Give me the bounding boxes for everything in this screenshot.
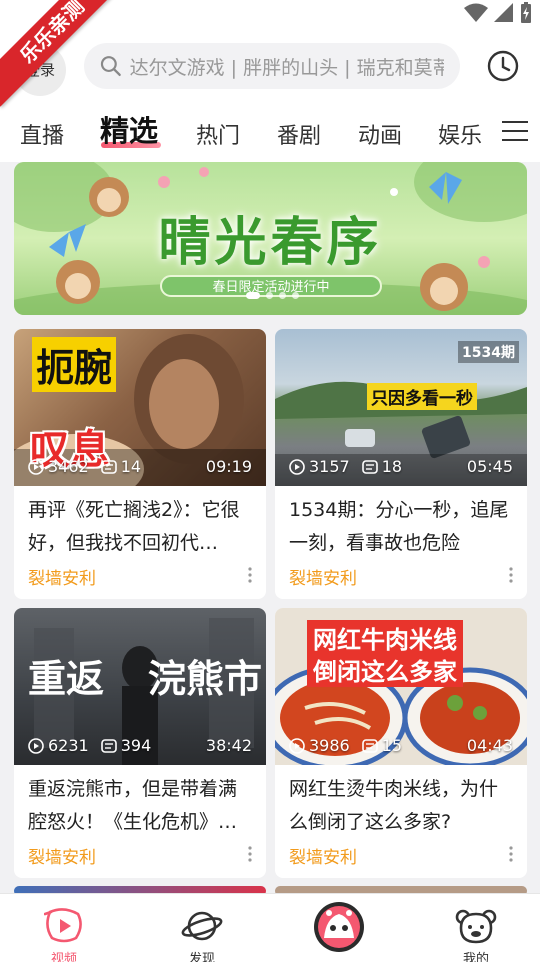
video-duration: 05:45 [466,457,513,476]
video-duration: 09:19 [205,457,252,476]
center-mascot-icon [314,902,364,952]
video-title[interactable]: 1534期：分心一秒，追尾一刻，看事故也危险 [289,494,513,560]
play-count-value: 3462 [48,457,89,476]
thumbnail-caption-top: 扼腕 [32,337,117,392]
pagination-dot [246,292,260,299]
video-title[interactable]: 再评《死亡搁浅2》：它很好，但我找不回初代… [28,494,252,560]
search-icon [100,56,121,77]
video-card[interactable]: 1534期 只因多看一秒 3157 18 05:45 1534期：分心一秒，追尾… [275,329,527,599]
comment-count: 18 [361,457,403,476]
video-stats: 3462 14 09:19 [28,457,252,476]
play-icon [28,737,44,754]
nav-label: 我的 [462,952,489,962]
video-card[interactable]: 重返 浣熊市 6231 394 38:42 重返浣熊市，但是带着满腔怒火！《生化… [14,608,266,878]
bottom-navigation: 视频 发现 我的 [0,893,540,962]
nav-profile[interactable]: 我的 [426,894,526,962]
video-stats: 6231 394 38:42 [28,736,252,755]
play-count-value: 6231 [48,736,89,755]
pagination-dot [279,292,286,299]
tab-animation[interactable]: 动画 [358,118,402,150]
comment-count-value: 15 [381,736,403,755]
comment-count-value: 394 [120,736,152,755]
tab-live[interactable]: 直播 [20,118,64,150]
play-count: 6231 [28,736,89,755]
video-card[interactable]: 扼腕 叹息 3462 14 09:19 再评《死亡搁浅2》：它很好，但我找不回初… [14,329,266,599]
comment-count-value: 14 [120,457,142,476]
thumbnail-caption-bottom: 倒闭这么多家 [307,652,463,687]
danmaku-icon [361,738,378,753]
thumbnail-caption-bottom: 浣熊市 [148,656,263,701]
clock-icon[interactable] [486,49,520,83]
thumbnail-caption-top: 只因多看一秒 [367,383,477,410]
video-icon [44,908,82,943]
nav-discover[interactable]: 发现 [152,894,252,962]
nav-center[interactable] [289,894,389,962]
battery-icon [521,2,531,23]
video-thumbnail[interactable]: 1534期 只因多看一秒 3157 18 05:45 [275,329,527,486]
comment-count-value: 18 [381,457,403,476]
video-title[interactable]: 网红生烫牛肉米线，为什么倒闭了这么多家? [289,773,513,839]
play-count: 3157 [289,457,350,476]
comment-count: 15 [361,736,403,755]
promo-banner[interactable]: 晴光春序 春日限定活动进行中 [14,162,527,315]
menu-icon[interactable] [502,121,528,148]
banner-pagination [246,292,299,299]
thumbnail-caption-top: 网红牛肉米线 [307,620,463,655]
video-duration: 38:42 [205,736,252,755]
video-thumbnail[interactable]: 扼腕 叹息 3462 14 09:19 [14,329,266,486]
more-options-icon[interactable] [509,846,513,862]
search-placeholder: 达尔文游戏 | 胖胖的山头 | 瑞克和莫蒂 [129,56,444,79]
comment-count: 394 [100,736,152,755]
more-options-icon[interactable] [509,567,513,583]
header: 登录 达尔文游戏 | 胖胖的山头 | 瑞克和莫蒂 直播 精选 热门 番剧 动画 … [0,28,540,162]
wifi-icon [464,3,488,22]
video-stats: 3157 18 05:45 [289,457,513,476]
video-thumbnail[interactable]: 网红牛肉米线 倒闭这么多家 3986 15 04:43 [275,608,527,765]
danmaku-icon [361,459,378,474]
tab-series[interactable]: 番剧 [277,118,321,150]
video-author[interactable]: 裂墙安利 [28,564,96,589]
video-card[interactable]: 网红牛肉米线 倒闭这么多家 3986 15 04:43 网红生烫牛肉米线，为什么… [275,608,527,878]
search-bar[interactable]: 达尔文游戏 | 胖胖的山头 | 瑞克和莫蒂 [84,43,460,89]
planet-icon [181,911,223,941]
tab-featured[interactable]: 精选 [100,112,158,150]
play-count: 3986 [289,736,350,755]
danmaku-icon [100,738,117,753]
video-stats: 3986 15 04:43 [289,736,513,755]
play-icon [28,458,44,475]
pagination-dot [266,292,273,299]
video-duration: 04:43 [466,736,513,755]
tab-entertainment[interactable]: 娱乐 [438,118,482,150]
pagination-dot [292,292,299,299]
play-count: 3462 [28,457,89,476]
more-options-icon[interactable] [248,567,252,583]
banner-title: 晴光春序 [158,212,383,273]
signal-icon [494,3,513,22]
video-author[interactable]: 裂墙安利 [289,564,357,589]
video-thumbnail[interactable]: 重返 浣熊市 6231 394 38:42 [14,608,266,765]
more-options-icon[interactable] [248,846,252,862]
category-tabs: 直播 精选 热门 番剧 动画 娱乐 [20,112,490,162]
comment-count: 14 [100,457,142,476]
nav-video[interactable]: 视频 [14,894,114,962]
play-count-value: 3986 [309,736,350,755]
video-title[interactable]: 重返浣熊市，但是带着满腔怒火！《生化危机》… [28,773,252,839]
play-icon [289,458,305,475]
play-icon [289,737,305,754]
play-count-value: 3157 [309,457,350,476]
bear-face-icon [455,909,497,944]
danmaku-icon [100,459,117,474]
tab-hot[interactable]: 热门 [196,118,240,150]
nav-label: 视频 [50,952,77,962]
nav-label: 发现 [188,952,215,962]
thumbnail-caption-top: 重返 [28,656,105,701]
video-author[interactable]: 裂墙安利 [28,843,96,868]
status-icons [464,2,532,24]
video-author[interactable]: 裂墙安利 [289,843,357,868]
thumbnail-tag: 1534期 [458,341,519,363]
